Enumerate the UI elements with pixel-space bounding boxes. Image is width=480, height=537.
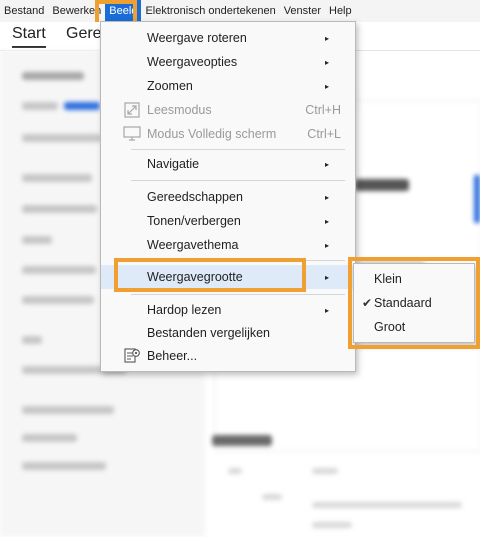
read-mode-icon [123, 101, 141, 119]
menu-item-label: Weergavegrootte [147, 270, 243, 284]
menu-separator [131, 180, 345, 181]
menu-item-weergavegrootte[interactable]: Weergavegrootte ▸ [101, 265, 355, 289]
menu-item-label: Leesmodus [147, 103, 212, 117]
menu-item-weergavethema[interactable]: Weergavethema ▸ [101, 233, 355, 257]
shortcut-label: Ctrl+L [307, 127, 341, 141]
menu-item-tonen-verbergen[interactable]: Tonen/verbergen ▸ [101, 209, 355, 233]
menu-bar: Bestand Bewerken Beeld Elektronisch onde… [0, 0, 480, 22]
submenu-arrow-icon: ▸ [324, 57, 329, 67]
menu-item-label: Standaard [374, 296, 432, 310]
menu-item-weergaveopties[interactable]: Weergaveopties ▸ [101, 50, 355, 74]
menu-elektronisch-ondertekenen[interactable]: Elektronisch ondertekenen [141, 0, 279, 22]
menu-item-label: Gereedschappen [147, 190, 243, 204]
submenu-arrow-icon: ▸ [324, 192, 329, 202]
submenu-arrow-icon: ▸ [324, 240, 329, 250]
menu-item-gereedschappen[interactable]: Gereedschappen ▸ [101, 185, 355, 209]
menu-item-volledig-scherm: Modus Volledig scherm Ctrl+L [101, 122, 355, 146]
shortcut-label: Ctrl+H [305, 103, 341, 117]
submenu-arrow-icon: ▸ [324, 159, 329, 169]
submenu-arrow-icon: ▸ [324, 305, 329, 315]
menu-item-label: Zoomen [147, 79, 193, 93]
menu-venster[interactable]: Venster [280, 0, 325, 22]
submenu-arrow-icon: ▸ [324, 81, 329, 91]
menu-item-label: Modus Volledig scherm [147, 127, 277, 141]
menu-item-label: Hardop lezen [147, 303, 222, 317]
menu-item-label: Tonen/verbergen [147, 214, 241, 228]
menu-separator [131, 149, 345, 150]
menu-item-navigatie[interactable]: Navigatie ▸ [101, 152, 355, 176]
menu-item-label: Weergaveopties [147, 55, 238, 69]
submenu-arrow-icon: ▸ [324, 33, 329, 43]
menu-item-label: Weergave roteren [147, 31, 247, 45]
menu-item-weergave-roteren[interactable]: Weergave roteren ▸ [101, 26, 355, 50]
menu-help[interactable]: Help [325, 0, 356, 22]
monitor-icon [123, 125, 141, 143]
menu-item-bestanden-vergelijken[interactable]: Bestanden vergelijken [101, 321, 355, 345]
checkmark-icon: ✔ [362, 296, 373, 310]
menu-item-hardop-lezen[interactable]: Hardop lezen ▸ [101, 298, 355, 322]
menu-item-beheer[interactable]: Beheer... [101, 344, 355, 368]
menu-item-label: Beheer... [147, 349, 198, 363]
tab-start[interactable]: Start [12, 25, 46, 48]
menu-separator [131, 260, 345, 261]
submenu-item-standaard[interactable]: ✔ Standaard [354, 291, 474, 315]
view-size-submenu: Klein ✔ Standaard Groot [353, 263, 475, 343]
menu-item-zoomen[interactable]: Zoomen ▸ [101, 74, 355, 98]
menu-item-label: Groot [374, 320, 406, 334]
menu-bestand[interactable]: Bestand [0, 0, 48, 22]
menu-item-label: Bestanden vergelijken [147, 326, 270, 340]
menu-item-label: Navigatie [147, 157, 200, 171]
menu-item-label: Klein [374, 272, 402, 286]
submenu-item-groot[interactable]: Groot [354, 315, 474, 339]
menu-item-leesmodus: Leesmodus Ctrl+H [101, 98, 355, 122]
menu-separator [131, 294, 345, 295]
menu-bewerken[interactable]: Bewerken [48, 0, 105, 22]
submenu-arrow-icon: ▸ [324, 216, 329, 226]
submenu-arrow-icon: ▸ [324, 272, 329, 282]
menu-beeld[interactable]: Beeld [105, 0, 142, 22]
menu-item-label: Weergavethema [147, 238, 239, 252]
manage-icon [123, 347, 141, 365]
view-menu: Weergave roteren ▸ Weergaveopties ▸ Zoom… [100, 21, 356, 372]
submenu-item-klein[interactable]: Klein [354, 267, 474, 291]
